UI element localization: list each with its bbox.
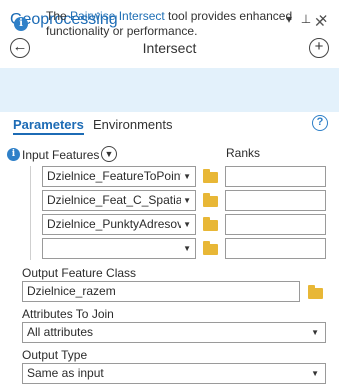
input-feature-dropdown[interactable]: Dzielnice_FeatureToPoint ▼ [42,166,196,187]
folder-icon[interactable] [203,217,218,231]
output-feature-class-label: Output Feature Class [22,266,137,280]
output-type-label: Output Type [22,348,88,362]
rank-input[interactable] [225,238,326,259]
output-feature-class-input[interactable]: Dzielnice_razem [22,281,300,302]
tab-environments[interactable]: Environments [93,117,172,132]
output-type-select[interactable]: Same as input ▼ [22,363,326,384]
folder-icon[interactable] [203,193,218,207]
pairwise-intersect-link[interactable]: Pairwise Intersect [70,9,165,23]
banner-close-icon[interactable]: ✕ [314,14,326,31]
folder-icon[interactable] [203,241,218,255]
ranks-label: Ranks [226,146,261,160]
chevron-down-icon: ▼ [183,244,191,253]
info-icon: i [14,17,28,31]
tab-parameters[interactable]: Parameters [13,117,84,135]
add-button[interactable]: + [309,38,329,58]
attributes-to-join-label: Attributes To Join [22,307,114,321]
attributes-to-join-select[interactable]: All attributes ▼ [22,322,326,343]
input-features-label: Input Features [22,148,100,162]
input-feature-dropdown[interactable]: Dzielnice_PunktyAdresov ▼ [42,214,196,235]
rank-input[interactable] [225,214,326,235]
row-group-line [30,166,31,260]
banner-message: The Pairwise Intersect tool provides enh… [46,9,308,39]
input-feature-dropdown[interactable]: ▼ [42,238,196,259]
parameter-info-icon[interactable]: i [7,148,20,161]
tool-title: Intersect [142,40,197,56]
chevron-down-icon: ▼ [183,220,191,229]
help-icon[interactable]: ? [312,115,328,131]
info-banner [0,68,339,112]
banner-text-before: The [46,9,71,23]
input-feature-dropdown[interactable]: Dzielnice_Feat_C_SpatialJ ▼ [42,190,196,211]
chevron-down-icon[interactable]: ▼ [101,146,117,162]
folder-icon[interactable] [203,169,218,183]
chevron-down-icon: ▼ [311,328,319,337]
rank-input[interactable] [225,166,326,187]
plus-icon: + [314,38,324,55]
chevron-down-icon: ▼ [183,172,191,181]
chevron-down-icon: ▼ [311,369,319,378]
rank-input[interactable] [225,190,326,211]
folder-icon[interactable] [308,285,323,299]
chevron-down-icon: ▼ [183,196,191,205]
